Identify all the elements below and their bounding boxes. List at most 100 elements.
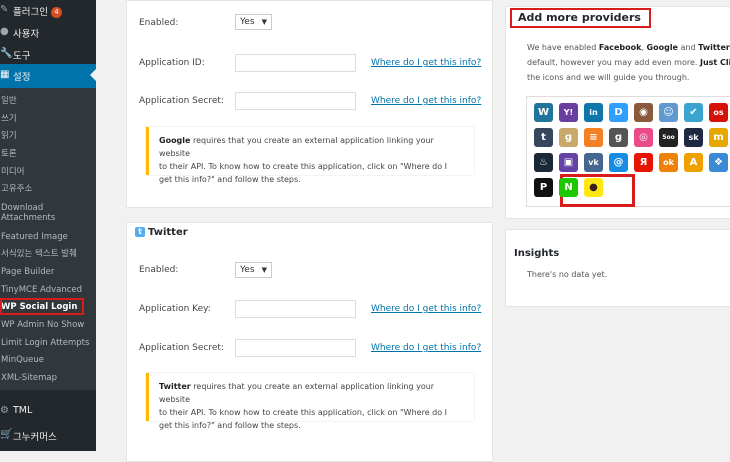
- submenu-rich-excerpt[interactable]: 서식있는 텍스트 발췌: [1, 249, 77, 259]
- desc-google: Google: [647, 43, 678, 52]
- mailru-icon[interactable]: @: [609, 153, 628, 172]
- twitter-setup-note: Twitter requires that you create an exte…: [146, 373, 474, 421]
- wrench-icon: 🔧: [0, 49, 10, 59]
- submenu-media[interactable]: 미디어: [1, 167, 24, 177]
- vkontakte-icon[interactable]: vk: [584, 153, 603, 172]
- admin-sidebar: ✎ 플러그인4 ● 사용자 🔧 도구 ▦ 설정 일반 쓰기 읽기 토론 미디어 …: [0, 0, 96, 451]
- twitter-settings-panel: t Twitter Enabled: Yes ▼ Application Key…: [126, 222, 493, 462]
- desc-twitter: Twitter: [698, 43, 730, 52]
- note-line-1: requires that you create an external app…: [159, 136, 434, 158]
- note-provider: Twitter: [159, 382, 191, 391]
- mixi-icon[interactable]: m: [709, 128, 728, 147]
- aol-icon[interactable]: A: [684, 153, 703, 172]
- submenu-writing[interactable]: 쓰기: [1, 114, 17, 124]
- submenu-wp-admin-no-show[interactable]: WP Admin No Show: [1, 320, 84, 330]
- naver-icon[interactable]: N: [559, 178, 578, 197]
- menu-plugins[interactable]: ✎ 플러그인4: [0, 1, 96, 21]
- google-setup-note: Google requires that you create an exter…: [146, 127, 474, 175]
- app-secret-label: Application Secret:: [139, 96, 224, 106]
- disqus-icon[interactable]: D: [609, 103, 628, 122]
- submenu-attachments[interactable]: Attachments: [1, 213, 55, 223]
- update-count-badge: 4: [51, 7, 62, 18]
- highlight-box-wp-social-login: [0, 298, 84, 315]
- submenu-featured-image[interactable]: Featured Image: [1, 232, 68, 242]
- live-icon[interactable]: ❖: [709, 153, 728, 172]
- cart-icon: 🛒: [0, 430, 10, 440]
- twitter-app-secret-input[interactable]: [235, 339, 356, 357]
- twitter-enabled-value: Yes: [240, 265, 255, 275]
- submenu-tinymce[interactable]: TinyMCE Advanced: [1, 285, 82, 295]
- app-id-label: Application ID:: [139, 58, 205, 68]
- submenu-page-builder[interactable]: Page Builder: [1, 267, 54, 277]
- chevron-down-icon: ▼: [262, 263, 267, 277]
- note-line-2: to their API. To know how to create this…: [159, 408, 447, 417]
- yahoo-icon[interactable]: Y!: [559, 103, 578, 122]
- add-providers-panel: Add more providers We have enabled Faceb…: [505, 6, 730, 219]
- linkedin-icon[interactable]: in: [584, 103, 603, 122]
- desc-facebook: Facebook: [599, 43, 642, 52]
- menu-plugins-label: 플러그인: [13, 7, 48, 18]
- menu-settings-label: 설정: [13, 69, 30, 83]
- google-enabled-value: Yes: [240, 17, 255, 27]
- app-secret-label: Application Secret:: [139, 343, 224, 353]
- yandex-icon[interactable]: Я: [634, 153, 653, 172]
- foursquare-icon[interactable]: ✔: [684, 103, 703, 122]
- google-app-id-help-link[interactable]: Where do I get this info?: [371, 58, 481, 68]
- google-enabled-select[interactable]: Yes ▼: [235, 14, 272, 30]
- enabled-label: Enabled:: [139, 265, 178, 275]
- menu-users[interactable]: ● 사용자: [0, 23, 96, 43]
- menu-woocommerce[interactable]: 🛒 그누커머스: [0, 426, 96, 446]
- users-icon: ●: [0, 27, 10, 37]
- google-app-secret-help-link[interactable]: Where do I get this info?: [371, 96, 481, 106]
- goodreads-icon[interactable]: g: [559, 128, 578, 147]
- gear-icon: ⚙: [0, 406, 10, 416]
- submenu-permalinks[interactable]: 고유주소: [1, 184, 32, 194]
- menu-tools-label: 도구: [13, 48, 30, 62]
- menu-users-label: 사용자: [13, 26, 39, 40]
- twitter-app-key-help-link[interactable]: Where do I get this info?: [371, 304, 481, 314]
- submenu-limit-login[interactable]: Limit Login Attempts: [1, 338, 89, 348]
- desc-text: the icons and we will guide you through.: [527, 73, 689, 82]
- dribbble-icon[interactable]: ◎: [634, 128, 653, 147]
- skyrock-icon[interactable]: sk: [684, 128, 703, 147]
- submenu-xml-sitemap[interactable]: XML-Sitemap: [1, 373, 57, 383]
- provider-icons-grid: WY!inD◉☺✔ostg≡g◎5ooskm♨▣vk@ЯokA❖PN●: [526, 96, 730, 207]
- instagram-icon[interactable]: ◉: [634, 103, 653, 122]
- add-providers-title: Add more providers: [510, 8, 651, 28]
- insights-title: Insights: [514, 248, 559, 259]
- reddit-icon[interactable]: ☺: [659, 103, 678, 122]
- wordpress-icon[interactable]: W: [534, 103, 553, 122]
- submenu-discussion[interactable]: 토론: [1, 149, 17, 159]
- twitch-icon[interactable]: ▣: [559, 153, 578, 172]
- insights-panel: Insights There's no data yet.: [505, 229, 730, 307]
- stackoverflow-icon[interactable]: ≡: [584, 128, 603, 147]
- tumblr-icon[interactable]: t: [534, 128, 553, 147]
- steam-icon[interactable]: ♨: [534, 153, 553, 172]
- pixelpin-icon[interactable]: P: [534, 178, 553, 197]
- menu-settings[interactable]: ▦ 설정: [0, 64, 96, 88]
- twitter-panel-title: Twitter: [148, 227, 188, 238]
- submenu-general[interactable]: 일반: [1, 96, 17, 106]
- settings-icon: ▦: [0, 70, 10, 80]
- odnoklassniki-icon[interactable]: ok: [659, 153, 678, 172]
- twitter-app-key-input[interactable]: [235, 300, 356, 318]
- note-provider: Google: [159, 136, 190, 145]
- google-app-secret-input[interactable]: [235, 92, 356, 110]
- desc-text: default, however you may add even more.: [527, 58, 700, 67]
- current-menu-arrow: [90, 69, 96, 81]
- 500px-icon[interactable]: 5oo: [659, 128, 678, 147]
- google-app-id-input[interactable]: [235, 54, 356, 72]
- add-providers-description: We have enabled Facebook, Google and Twi…: [527, 40, 730, 85]
- menu-tml[interactable]: ⚙ TML: [0, 402, 96, 422]
- submenu-download[interactable]: Download: [1, 203, 43, 213]
- submenu-minqueue[interactable]: MinQueue: [1, 355, 44, 365]
- kakao-icon[interactable]: ●: [584, 178, 603, 197]
- app-key-label: Application Key:: [139, 304, 211, 314]
- submenu-reading[interactable]: 읽기: [1, 131, 17, 141]
- goodgame-icon[interactable]: g: [609, 128, 628, 147]
- enabled-label: Enabled:: [139, 18, 178, 28]
- lastfm-icon[interactable]: os: [709, 103, 728, 122]
- twitter-enabled-select[interactable]: Yes ▼: [235, 262, 272, 278]
- menu-tools[interactable]: 🔧 도구: [0, 45, 96, 65]
- twitter-app-secret-help-link[interactable]: Where do I get this info?: [371, 343, 481, 353]
